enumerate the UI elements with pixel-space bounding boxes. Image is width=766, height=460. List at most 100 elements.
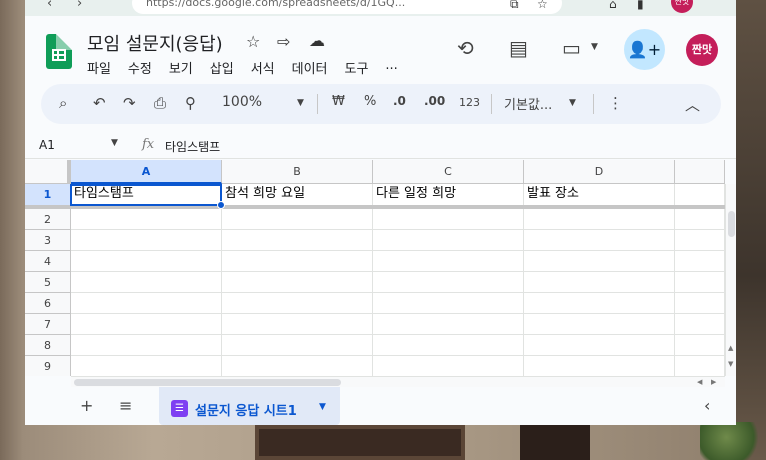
row-header-1[interactable]: 1: [25, 184, 71, 206]
scroll-up-icon[interactable]: ▲: [728, 344, 733, 352]
cell-d1[interactable]: 발표 장소: [524, 184, 675, 206]
select-all-corner[interactable]: [25, 160, 71, 184]
menu-file[interactable]: 파일: [87, 58, 111, 77]
cell-d6[interactable]: [524, 293, 675, 314]
cell-a4[interactable]: [71, 251, 222, 272]
cell-c4[interactable]: [373, 251, 524, 272]
cell-b8[interactable]: [222, 335, 373, 356]
undo-icon[interactable]: ↶: [93, 94, 106, 112]
cell-a2[interactable]: [71, 209, 222, 230]
all-sheets-icon[interactable]: ≡: [119, 396, 132, 415]
cell-e1[interactable]: [675, 184, 725, 206]
extension-puzzle-icon[interactable]: ⌂: [609, 0, 617, 11]
spreadsheet-grid[interactable]: A B C D 1 2 3 4 5 6 7 8 9 타임스탬프 참석 희망 요일…: [25, 160, 725, 376]
percent-button[interactable]: %: [364, 94, 376, 109]
cell-d7[interactable]: [524, 314, 675, 335]
column-header-e[interactable]: [675, 160, 725, 184]
menu-more[interactable]: ...: [385, 58, 397, 77]
cell-c9[interactable]: [373, 356, 524, 376]
cell-c3[interactable]: [373, 230, 524, 251]
formula-input[interactable]: 타임스탬프: [165, 138, 220, 155]
row-header-8[interactable]: 8: [25, 335, 71, 356]
share-button[interactable]: 👤+: [624, 29, 665, 70]
horizontal-scrollbar[interactable]: ◀ ▶: [71, 376, 725, 387]
cell-e5[interactable]: [675, 272, 725, 293]
cell-a6[interactable]: [71, 293, 222, 314]
cell-b7[interactable]: [222, 314, 373, 335]
zoom-select[interactable]: 100%: [222, 94, 262, 110]
column-header-b[interactable]: B: [222, 160, 373, 184]
horizontal-scroll-thumb[interactable]: [74, 379, 341, 386]
cell-a9[interactable]: [71, 356, 222, 376]
sheet-tab-active[interactable]: ☰ 설문지 응답 시트1 ▼: [159, 387, 340, 425]
cell-b1[interactable]: 참석 희망 요일: [222, 184, 373, 206]
paint-format-icon[interactable]: ⚲: [185, 94, 196, 112]
row-header-4[interactable]: 4: [25, 251, 71, 272]
cell-b3[interactable]: [222, 230, 373, 251]
version-history-icon[interactable]: ⟲: [457, 36, 474, 60]
sheets-logo-icon[interactable]: [46, 34, 72, 69]
cell-c1[interactable]: 다른 일정 희망: [373, 184, 524, 206]
print-icon[interactable]: ⎙: [154, 94, 166, 112]
browser-profile-avatar[interactable]: 짠맛: [671, 0, 693, 13]
cell-c5[interactable]: [373, 272, 524, 293]
side-panel-collapse-icon[interactable]: ‹: [704, 396, 710, 415]
fill-handle[interactable]: [217, 201, 225, 209]
address-bar[interactable]: https://docs.google.com/spreadsheets/d/1…: [132, 0, 562, 14]
cell-b6[interactable]: [222, 293, 373, 314]
scroll-left-icon[interactable]: ◀: [697, 378, 702, 386]
menu-tools[interactable]: 도구: [345, 58, 369, 77]
row-header-3[interactable]: 3: [25, 230, 71, 251]
scroll-right-icon[interactable]: ▶: [711, 378, 716, 386]
search-menus-icon[interactable]: ⌕: [59, 94, 67, 112]
cell-d5[interactable]: [524, 272, 675, 293]
cell-a3[interactable]: [71, 230, 222, 251]
vertical-scroll-thumb[interactable]: [728, 211, 735, 237]
redo-icon[interactable]: ↷: [123, 94, 136, 112]
row-header-7[interactable]: 7: [25, 314, 71, 335]
move-folder-icon[interactable]: ⇨: [277, 32, 290, 51]
meet-dropdown-icon[interactable]: ▼: [591, 42, 598, 52]
increase-decimal-button[interactable]: .00: [424, 94, 445, 108]
menu-edit[interactable]: 수정: [128, 58, 152, 77]
cell-e6[interactable]: [675, 293, 725, 314]
cell-d3[interactable]: [524, 230, 675, 251]
menu-insert[interactable]: 삽입: [210, 58, 234, 77]
cell-a8[interactable]: [71, 335, 222, 356]
decrease-decimal-button[interactable]: .0: [393, 94, 406, 108]
bookmark-star-icon[interactable]: ☆: [537, 0, 548, 11]
column-header-d[interactable]: D: [524, 160, 675, 184]
menu-format[interactable]: 서식: [251, 58, 275, 77]
add-sheet-icon[interactable]: +: [80, 396, 93, 415]
cell-b9[interactable]: [222, 356, 373, 376]
more-options-icon[interactable]: ⋮: [608, 94, 623, 112]
menu-data[interactable]: 데이터: [292, 58, 328, 77]
row-header-9[interactable]: 9: [25, 356, 71, 376]
cell-e7[interactable]: [675, 314, 725, 335]
collapse-toolbar-icon[interactable]: ︿: [685, 94, 700, 115]
cell-d9[interactable]: [524, 356, 675, 376]
cell-e9[interactable]: [675, 356, 725, 376]
sheet-tab-dropdown-icon[interactable]: ▼: [319, 402, 326, 412]
cell-e2[interactable]: [675, 209, 725, 230]
font-select[interactable]: 기본값...: [504, 94, 552, 113]
document-title[interactable]: 모임 설문지(응답): [87, 30, 223, 56]
cell-e4[interactable]: [675, 251, 725, 272]
cell-c8[interactable]: [373, 335, 524, 356]
install-app-icon[interactable]: ⧉: [510, 0, 519, 12]
name-box[interactable]: A1: [39, 138, 55, 152]
comments-icon[interactable]: ▤: [509, 36, 528, 60]
cell-b5[interactable]: [222, 272, 373, 293]
meet-video-icon[interactable]: ▭: [562, 36, 581, 60]
cloud-saved-icon[interactable]: ☁: [309, 31, 325, 50]
forward-icon[interactable]: ›: [77, 0, 82, 11]
side-panel-icon[interactable]: ▮: [637, 0, 644, 11]
number-format-button[interactable]: 123: [459, 96, 480, 109]
cell-d8[interactable]: [524, 335, 675, 356]
cell-c7[interactable]: [373, 314, 524, 335]
font-dropdown-icon[interactable]: ▼: [569, 98, 576, 108]
cell-e3[interactable]: [675, 230, 725, 251]
row-header-2[interactable]: 2: [25, 209, 71, 230]
menu-view[interactable]: 보기: [169, 58, 193, 77]
zoom-dropdown-icon[interactable]: ▼: [297, 98, 304, 108]
